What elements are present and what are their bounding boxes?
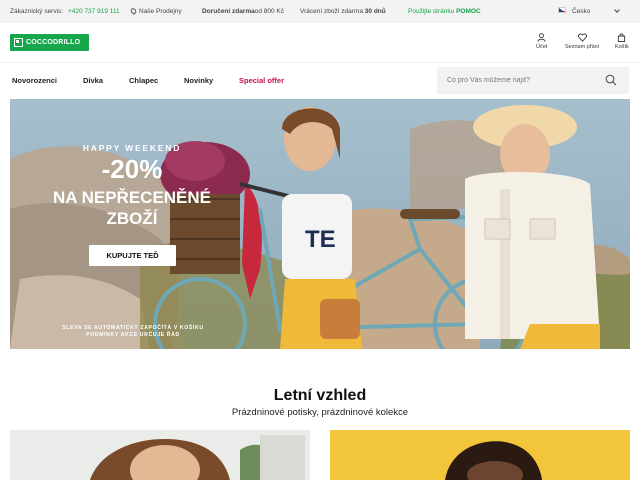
search-box[interactable]	[437, 67, 629, 94]
free-delivery-strong: Doručení zdarma	[202, 8, 255, 15]
stores-link[interactable]: Naše Prodejny	[129, 7, 182, 15]
hero-banner[interactable]: TE HAPPY WEEKEND -20% NA NEPŘECENĚNÉ ZBO…	[10, 99, 630, 349]
hero-fine-print: SLEVA SE AUTOMATICKY ZAPOČÍTÁ V KOŠÍKU P…	[48, 325, 218, 339]
returns-info: Vrácení zboží zdarma 30 dnů	[300, 8, 386, 15]
hero-headline-line2: ZBOŽÍ	[106, 209, 158, 228]
promo-tile-right-photo	[330, 430, 630, 480]
help-text: Použijte stránku	[408, 8, 455, 15]
wishlist-button[interactable]: Seznam přání	[565, 33, 599, 50]
logo-mark-icon	[14, 38, 23, 47]
bag-icon	[618, 33, 626, 42]
shop-now-button[interactable]: KUPUJTE TEĎ	[89, 245, 176, 266]
nav-item-news[interactable]: Novinky	[184, 76, 213, 85]
top-info-bar: Zákaznický servis: +420 737 919 111 Naše…	[0, 0, 640, 23]
help-strong: POMOC	[456, 8, 481, 15]
nav-item-boy[interactable]: Chlapec	[129, 76, 158, 85]
chevron-down-icon[interactable]	[614, 7, 620, 13]
heart-icon	[577, 33, 587, 42]
hero-headline: NA NEPŘECENĚNÉ ZBOŽÍ	[32, 187, 232, 229]
country-selector[interactable]: Česko	[572, 8, 590, 15]
czech-flag-icon[interactable]	[558, 7, 566, 13]
svg-text:TE: TE	[305, 226, 336, 253]
section-title: Letní vzhled	[273, 387, 367, 404]
service-phone-link[interactable]: +420 737 919 111	[68, 8, 120, 15]
returns-days: 30 dnů	[364, 8, 386, 15]
nav-item-girl[interactable]: Dívka	[83, 76, 103, 85]
hero-fine-print-line2: PODMÍNKY AKCE URČUJE ŘÁD	[86, 332, 180, 338]
free-delivery-rest: od 800 Kč	[254, 8, 285, 15]
free-delivery-info: Doručení zdarmaod 800 Kč	[202, 8, 284, 15]
hero-discount: -20%	[101, 154, 163, 184]
promo-tile-left-photo	[10, 430, 310, 480]
cart-label: Košík	[615, 44, 629, 50]
logo-text: COCCODRILLO	[26, 39, 81, 46]
returns-text: Vrácení zboží zdarma	[300, 8, 363, 15]
promo-tile-left[interactable]	[10, 430, 310, 480]
help-link[interactable]: Použijte stránku POMOC	[408, 8, 481, 15]
hero-fine-print-line1: SLEVA SE AUTOMATICKY ZAPOČÍTÁ V KOŠÍKU	[62, 325, 204, 331]
section-subtitle: Prázdninové potisky, prázdninové kolekce	[231, 407, 409, 418]
stores-label: Naše Prodejny	[139, 8, 182, 15]
user-icon	[537, 33, 546, 42]
cart-button[interactable]: Košík	[615, 33, 629, 50]
brand-logo[interactable]: COCCODRILLO	[10, 34, 89, 51]
hero-kicker: HAPPY WEEKEND	[82, 143, 182, 153]
promo-tile-right[interactable]	[330, 430, 630, 480]
search-icon[interactable]	[605, 74, 617, 86]
map-pin-icon	[129, 7, 138, 15]
service-label: Zákaznický servis:	[10, 8, 64, 15]
wishlist-label: Seznam přání	[565, 44, 600, 50]
nav-item-newborns[interactable]: Novorozenci	[12, 76, 57, 85]
account-button[interactable]: Účet	[536, 33, 547, 50]
header-divider	[0, 62, 640, 63]
search-input[interactable]	[447, 75, 597, 86]
nav-item-special-offer[interactable]: Special offer	[239, 76, 284, 85]
account-label: Účet	[536, 44, 548, 50]
hero-headline-line1: NA NEPŘECENĚNÉ	[52, 188, 212, 207]
